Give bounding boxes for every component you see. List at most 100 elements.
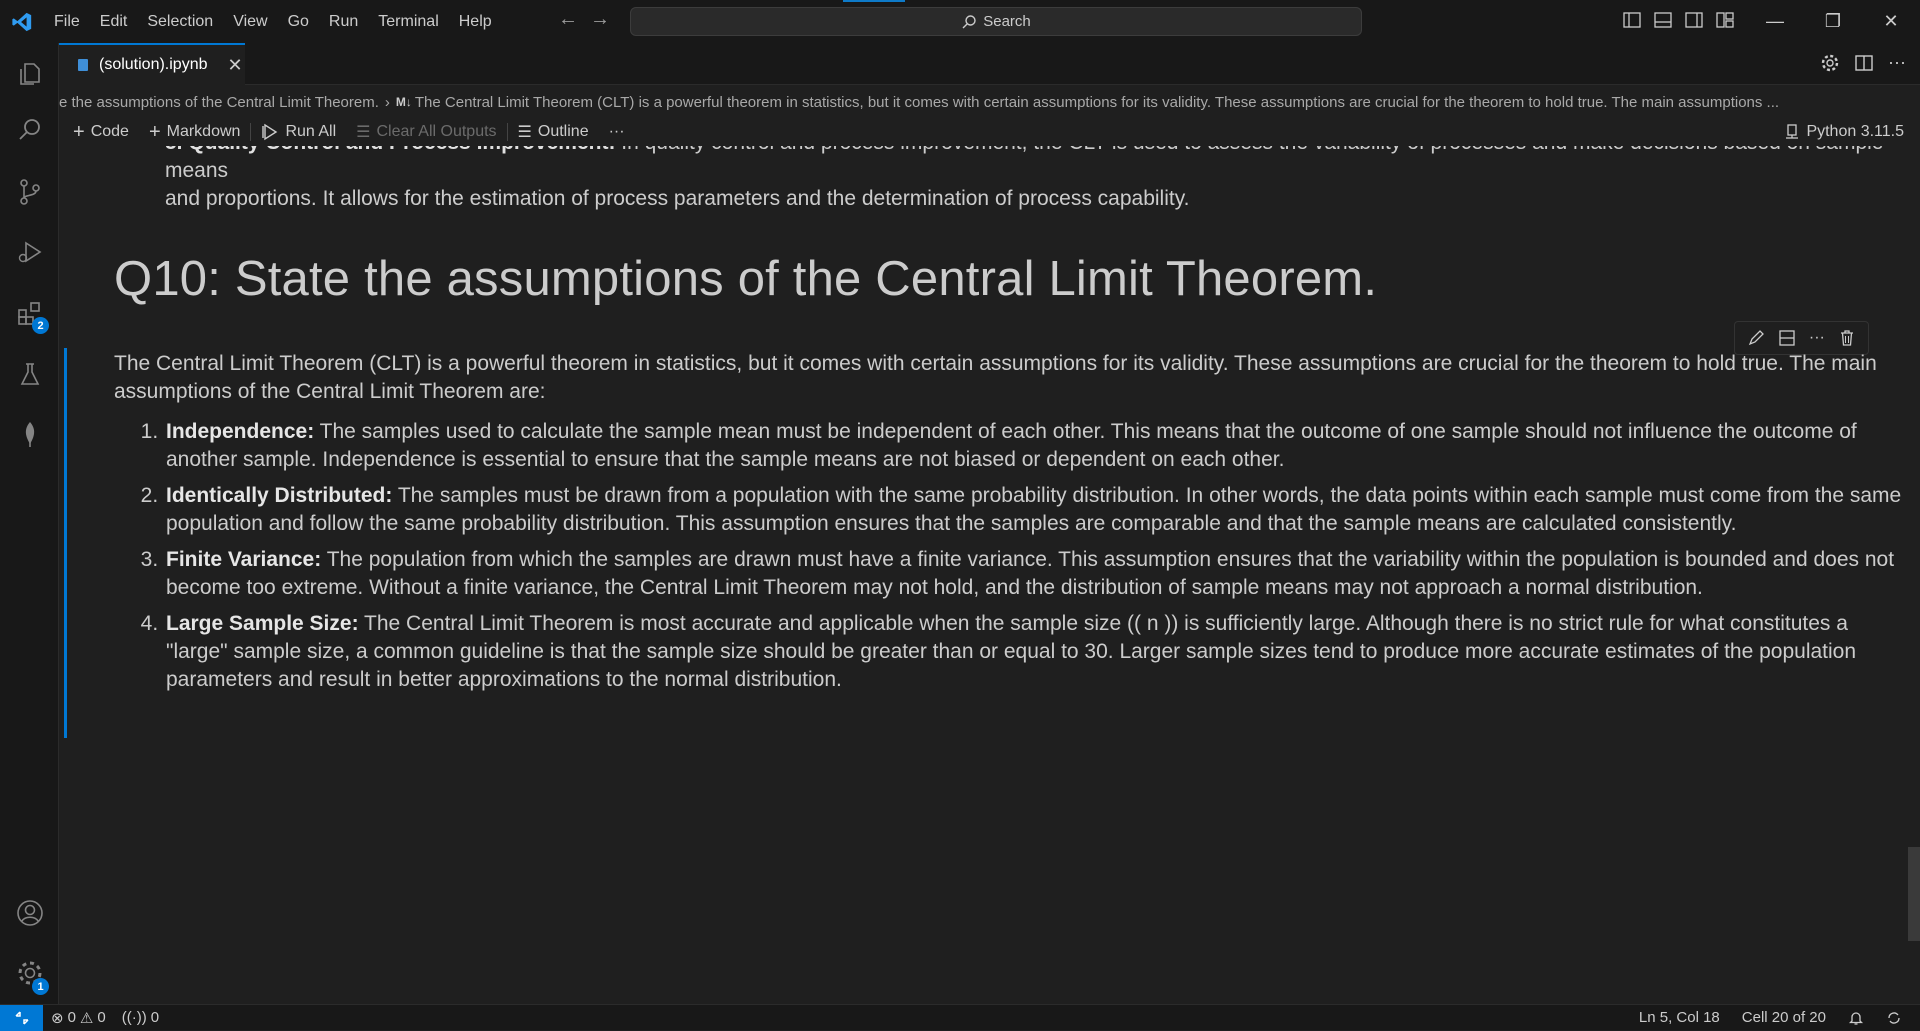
toolbar-more-button[interactable]: ··· — [599, 123, 635, 141]
cell-indicator[interactable]: Cell 20 of 20 — [1734, 1009, 1834, 1026]
cell-more-icon[interactable]: ··· — [1809, 329, 1825, 347]
delete-trash-icon[interactable] — [1838, 329, 1856, 347]
toggle-primary-sidebar-icon[interactable] — [1622, 10, 1642, 30]
scrollbar-thumb[interactable] — [1908, 847, 1920, 941]
editor-actions: ··· — [1820, 53, 1906, 73]
item-title: Large Sample Size: — [166, 612, 359, 635]
chevron-right-icon: › — [384, 93, 390, 111]
list-item: Large Sample Size: The Central Limit The… — [164, 610, 1914, 694]
add-code-cell-button[interactable]: + Code — [59, 121, 139, 144]
notebook-file-icon — [78, 59, 88, 71]
menu-selection[interactable]: Selection — [137, 13, 223, 31]
tab-label: (solution).ipynb — [99, 56, 208, 73]
command-center-accent — [843, 0, 905, 2]
kernel-picker[interactable]: Python 3.11.5 — [1784, 123, 1904, 141]
add-markdown-cell-button[interactable]: + Markdown — [139, 121, 251, 144]
cell-heading: Q10: State the assumptions of the Centra… — [114, 252, 1378, 306]
warning-icon: ⚠ — [79, 1009, 94, 1027]
prev-item-title: 5. Quality Control and Process Improveme… — [165, 146, 615, 154]
ports-count: 0 — [150, 1009, 160, 1026]
notifications-bell-icon[interactable] — [1840, 1010, 1872, 1026]
problems-indicator[interactable]: ⊗ 0 ⚠ 0 — [43, 1009, 114, 1027]
markdown-cell[interactable]: The Central Limit Theorem (CLT) is a pow… — [114, 350, 1914, 702]
menu-terminal[interactable]: Terminal — [368, 13, 448, 31]
edit-pencil-icon[interactable] — [1747, 329, 1765, 347]
error-count: 0 — [67, 1009, 76, 1026]
forward-arrow-icon[interactable]: → — [590, 8, 610, 31]
minimize-icon[interactable]: — — [1746, 0, 1804, 43]
clear-all-outputs-label: Clear All Outputs — [376, 123, 497, 140]
add-code-label: Code — [90, 123, 129, 140]
tab-solution-notebook[interactable]: (solution).ipynb ✕ — [59, 43, 245, 85]
outline-label: Outline — [537, 123, 589, 140]
ellipsis-icon: ··· — [608, 123, 625, 140]
layout-controls — [1622, 10, 1735, 30]
notebook-toolbar: + Code + Markdown Run All ☰ Clear All Ou… — [59, 118, 1920, 146]
extensions-icon[interactable]: 2 — [0, 289, 59, 339]
menu-view[interactable]: View — [223, 13, 277, 31]
outline-list-icon: ☰ — [517, 124, 532, 141]
clear-all-icon: ☰ — [356, 124, 371, 141]
menu-go[interactable]: Go — [278, 13, 319, 31]
list-item: Identically Distributed: The samples mus… — [164, 482, 1914, 538]
testing-icon[interactable] — [0, 349, 59, 399]
clear-all-outputs-button[interactable]: ☰ Clear All Outputs — [346, 122, 506, 142]
search-icon — [962, 14, 976, 28]
close-window-icon[interactable]: ✕ — [1862, 0, 1920, 43]
markdown-icon: M↓ — [395, 95, 412, 109]
menu-edit[interactable]: Edit — [90, 13, 138, 31]
broadcast-icon: ((·)) — [121, 1009, 147, 1026]
status-bar: ⊗ 0 ⚠ 0 ((·)) 0 Ln 5, Col 18 Cell 20 of … — [0, 1004, 1920, 1031]
list-item: Finite Variance: The population from whi… — [164, 546, 1914, 602]
extensions-badge: 2 — [32, 317, 49, 334]
cell-intro: The Central Limit Theorem (CLT) is a pow… — [114, 352, 1877, 403]
run-all-label: Run All — [285, 123, 337, 140]
window-controls: — ❐ ✕ — [1746, 0, 1920, 43]
cursor-position[interactable]: Ln 5, Col 18 — [1631, 1009, 1728, 1026]
more-actions-icon[interactable]: ··· — [1888, 53, 1906, 73]
kernel-icon — [1786, 124, 1799, 139]
menu-help[interactable]: Help — [449, 13, 502, 31]
warning-count: 0 — [97, 1009, 106, 1026]
item-text: The Central Limit Theorem is most accura… — [166, 612, 1857, 691]
previous-cell-text: 5. Quality Control and Process Improveme… — [165, 146, 1905, 213]
menu-run[interactable]: Run — [319, 13, 368, 31]
command-center-search[interactable]: Search — [630, 7, 1362, 36]
nav-arrows: ← → — [558, 8, 610, 31]
breadcrumb-heading[interactable]: e the assumptions of the Central Limit T… — [59, 94, 379, 111]
back-arrow-icon[interactable]: ← — [558, 8, 578, 31]
explorer-icon[interactable] — [0, 49, 59, 99]
toggle-panel-icon[interactable] — [1653, 10, 1673, 30]
manage-badge: 1 — [32, 978, 49, 995]
menu-file[interactable]: File — [44, 13, 90, 31]
manage-gear-icon[interactable]: 1 — [0, 948, 59, 998]
error-icon: ⊗ — [51, 1009, 64, 1027]
notebook-editor: 5. Quality Control and Process Improveme… — [59, 146, 1920, 1004]
ports-indicator[interactable]: ((·)) 0 — [114, 1009, 167, 1026]
add-markdown-label: Markdown — [166, 123, 241, 140]
remote-indicator-icon[interactable] — [0, 1004, 43, 1031]
search-label: Search — [983, 13, 1031, 30]
item-title: Identically Distributed: — [166, 484, 393, 507]
item-text: The samples used to calculate the sample… — [166, 420, 1857, 471]
search-view-icon[interactable] — [0, 105, 59, 155]
outline-button[interactable]: ☰ Outline — [508, 122, 599, 142]
feedback-icon[interactable] — [1878, 1010, 1910, 1026]
status-right: Ln 5, Col 18 Cell 20 of 20 — [1631, 1009, 1910, 1026]
restore-icon[interactable]: ❐ — [1804, 0, 1862, 43]
toggle-secondary-sidebar-icon[interactable] — [1684, 10, 1704, 30]
accounts-icon[interactable] — [0, 888, 59, 938]
assumptions-list: Independence: The samples used to calcul… — [164, 418, 1914, 694]
breadcrumb-cell[interactable]: The Central Limit Theorem (CLT) is a pow… — [415, 94, 1779, 111]
customize-layout-icon[interactable] — [1715, 10, 1735, 30]
prev-item-line2: and proportions. It allows for the estim… — [165, 187, 1190, 210]
run-all-button[interactable]: Run All — [251, 123, 346, 141]
mongodb-leaf-icon[interactable] — [0, 409, 59, 459]
run-debug-icon[interactable] — [0, 227, 59, 277]
list-item: Independence: The samples used to calcul… — [164, 418, 1914, 474]
source-control-icon[interactable] — [0, 167, 59, 217]
split-cell-icon[interactable] — [1778, 329, 1796, 347]
settings-gear-icon[interactable] — [1820, 53, 1840, 73]
split-editor-icon[interactable] — [1854, 53, 1874, 73]
close-icon[interactable]: ✕ — [228, 55, 243, 76]
